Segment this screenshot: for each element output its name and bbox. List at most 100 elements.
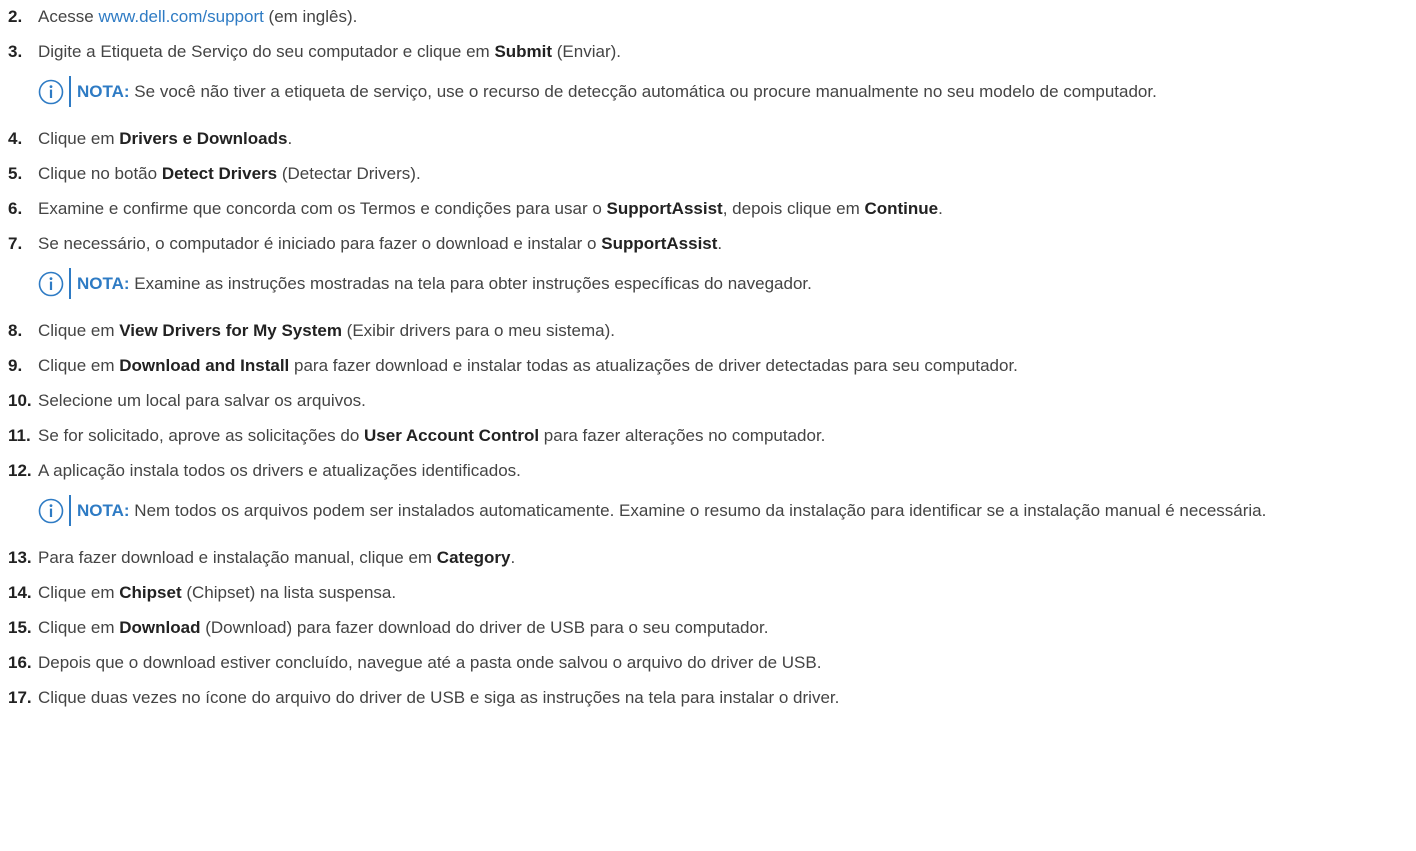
list-item-step-2: 2. Acesse www.dell.com/support (em inglê…: [8, 6, 1408, 41]
step-text-bold: Drivers e Downloads: [119, 129, 288, 148]
step-text: Para fazer download e instalação manual,…: [38, 547, 515, 569]
step-text-bold: Category: [436, 548, 511, 567]
note-text: NOTA: Examine as instruções mostradas na…: [69, 268, 1377, 299]
list-item-step-16: 16. Depois que o download estiver conclu…: [8, 652, 1408, 687]
step-text-bold: Download and Install: [119, 356, 290, 375]
step-text: Clique em Download (Download) para fazer…: [38, 617, 768, 639]
step-text-bold: Chipset: [119, 583, 182, 602]
step-text-part: Clique em: [38, 618, 120, 637]
step-text: Clique duas vezes no ícone do arquivo do…: [38, 688, 840, 707]
step-text-bold: SupportAssist: [606, 199, 723, 218]
step-text-part: Digite a Etiqueta de Serviço do seu comp…: [38, 42, 495, 61]
step-text-part: Se for solicitado, aprove as solicitaçõe…: [38, 426, 365, 445]
step-number: 13.: [8, 548, 32, 567]
step-number: 9.: [8, 356, 23, 375]
step-text: Clique em Drivers e Downloads.: [38, 128, 292, 150]
step-number: 10.: [8, 391, 32, 410]
note-text: NOTA: Nem todos os arquivos podem ser in…: [69, 495, 1377, 526]
step-text: Digite a Etiqueta de Serviço do seu comp…: [38, 41, 621, 63]
step-text-part: , depois clique em: [722, 199, 865, 218]
step-text-part: .: [510, 548, 516, 567]
step-text: A aplicação instala todos os drivers e a…: [38, 461, 521, 480]
step-text: Se necessário, o computador é iniciado p…: [38, 233, 722, 255]
step-number: 8.: [8, 321, 23, 340]
step-number: 4.: [8, 129, 23, 148]
list-item-step-5: 5. Clique no botão Detect Drivers (Detec…: [8, 163, 1408, 198]
list-item-step-17: 17. Clique duas vezes no ícone do arquiv…: [8, 687, 1408, 722]
step-text: Acesse www.dell.com/support (em inglês).: [38, 6, 357, 28]
step-text-bold: Download: [119, 618, 201, 637]
step-text-part: (Chipset) na lista suspensa.: [181, 583, 397, 602]
list-item-step-10: 10. Selecione um local para salvar os ar…: [8, 390, 1408, 425]
note-box: NOTA: Se você não tiver a etiqueta de se…: [38, 76, 1408, 107]
step-text: Selecione um local para salvar os arquiv…: [38, 391, 366, 410]
step-text: Examine e confirme que concorda com os T…: [38, 198, 943, 220]
step-number: 14.: [8, 583, 32, 602]
step-text-part: (Detectar Drivers).: [277, 164, 421, 183]
step-text: Clique em Chipset (Chipset) na lista sus…: [38, 582, 396, 604]
note-box: NOTA: Nem todos os arquivos podem ser in…: [38, 495, 1408, 526]
step-number: 16.: [8, 653, 32, 672]
step-text-bold: Submit: [494, 42, 553, 61]
step-text-part: (Download) para fazer download do driver…: [200, 618, 769, 637]
note-text: NOTA: Se você não tiver a etiqueta de se…: [69, 76, 1377, 107]
step-text-bold: SupportAssist: [601, 234, 718, 253]
step-text-part: Clique em: [38, 321, 120, 340]
step-text-part: Acesse: [38, 7, 99, 26]
list-item-step-15: 15. Clique em Download (Download) para f…: [8, 617, 1408, 652]
note-label: NOTA:: [77, 274, 130, 293]
step-text: Depois que o download estiver concluído,…: [38, 653, 822, 672]
step-text-part: .: [287, 129, 293, 148]
step-text-part: .: [717, 234, 723, 253]
step-text-part: Clique em: [38, 583, 120, 602]
step-text-part: Clique em: [38, 356, 120, 375]
step-text-part: (Exibir drivers para o meu sistema).: [341, 321, 615, 340]
step-text: Clique no botão Detect Drivers (Detectar…: [38, 163, 421, 185]
list-item-step-11: 11. Se for solicitado, aprove as solicit…: [8, 425, 1408, 460]
list-item-step-8: 8. Clique em View Drivers for My System …: [8, 320, 1408, 355]
step-number: 12.: [8, 461, 32, 480]
step-text-bold: View Drivers for My System: [119, 321, 342, 340]
step-number: 7.: [8, 234, 23, 253]
step-number: 5.: [8, 164, 23, 183]
list-item-step-14: 14. Clique em Chipset (Chipset) na lista…: [8, 582, 1408, 617]
instruction-list: 2. Acesse www.dell.com/support (em inglê…: [8, 6, 1408, 722]
note-content: Examine as instruções mostradas na tela …: [134, 274, 812, 293]
note-label: NOTA:: [77, 501, 130, 520]
info-icon: [38, 271, 64, 297]
list-item-step-6: 6. Examine e confirme que concorda com o…: [8, 198, 1408, 233]
step-text-part: para fazer alterações no computador.: [539, 426, 826, 445]
step-number: 2.: [8, 7, 23, 26]
list-item-step-9: 9. Clique em Download and Install para f…: [8, 355, 1408, 390]
step-text-part: .: [938, 199, 943, 218]
dell-support-link[interactable]: www.dell.com/support: [98, 7, 263, 26]
list-item-step-13: 13. Para fazer download e instalação man…: [8, 547, 1408, 582]
step-number: 6.: [8, 199, 23, 218]
note-label: NOTA:: [77, 82, 130, 101]
step-number: 15.: [8, 618, 32, 637]
step-text-bold: User Account Control: [364, 426, 540, 445]
step-number: 3.: [8, 42, 23, 61]
step-text: Se for solicitado, aprove as solicitaçõe…: [38, 425, 825, 447]
list-item-step-4: 4. Clique em Drivers e Downloads.: [8, 128, 1408, 163]
step-text-part: (em inglês).: [263, 7, 358, 26]
step-number: 11.: [8, 426, 31, 445]
step-text-part: para fazer download e instalar todas as …: [289, 356, 1018, 375]
step-text-bold: Continue: [864, 199, 939, 218]
step-text-part: Para fazer download e instalação manual,…: [38, 548, 437, 567]
note-content: Nem todos os arquivos podem ser instalad…: [134, 501, 1267, 520]
step-text: Clique em View Drivers for My System (Ex…: [38, 320, 615, 342]
step-number: 17.: [8, 688, 32, 707]
note-box: NOTA: Examine as instruções mostradas na…: [38, 268, 1408, 299]
document-page: 2. Acesse www.dell.com/support (em inglê…: [0, 0, 1416, 851]
step-text-part: Examine e confirme que concorda com os T…: [38, 199, 607, 218]
step-text-part: Clique em: [38, 129, 120, 148]
note-content: Se você não tiver a etiqueta de serviço,…: [134, 82, 1157, 101]
step-text: Clique em Download and Install para faze…: [38, 355, 1018, 377]
list-item-step-12: 12. A aplicação instala todos os drivers…: [8, 460, 1408, 495]
list-item-step-7: 7. Se necessário, o computador é iniciad…: [8, 233, 1408, 268]
step-text-part: (Enviar).: [552, 42, 622, 61]
step-text-part: Se necessário, o computador é iniciado p…: [38, 234, 602, 253]
info-icon: [38, 79, 64, 105]
info-icon: [38, 498, 64, 524]
